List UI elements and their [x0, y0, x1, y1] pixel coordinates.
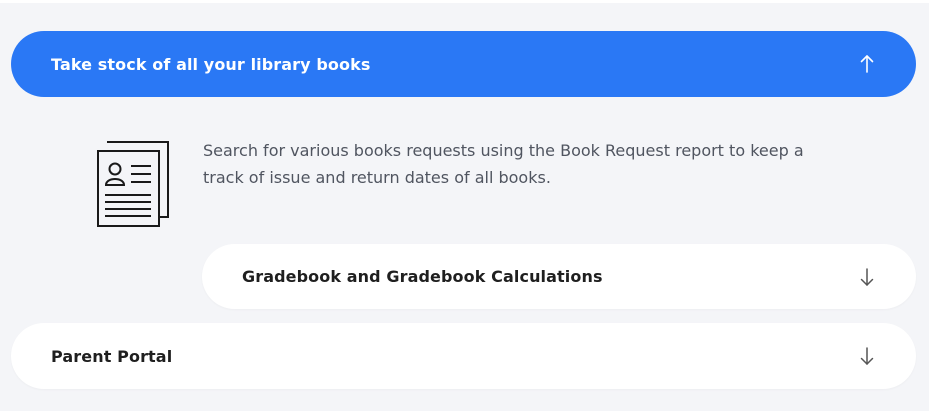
arrow-down-icon[interactable]: [858, 344, 876, 368]
accordion-header-gradebook[interactable]: Gradebook and Gradebook Calculations: [202, 244, 916, 309]
accordion-panel: Take stock of all your library books Sea…: [0, 3, 929, 411]
document-profile-icon: [95, 139, 171, 229]
accordion-header-parent-portal[interactable]: Parent Portal: [11, 323, 916, 389]
accordion-title: Parent Portal: [51, 346, 173, 366]
arrow-down-icon[interactable]: [858, 265, 876, 289]
accordion-title: Take stock of all your library books: [51, 54, 371, 74]
accordion-title: Gradebook and Gradebook Calculations: [242, 267, 603, 286]
arrow-up-icon[interactable]: [858, 52, 876, 76]
accordion-header-library-books[interactable]: Take stock of all your library books: [11, 31, 916, 97]
accordion-content-text: Search for various books requests using …: [203, 141, 804, 187]
